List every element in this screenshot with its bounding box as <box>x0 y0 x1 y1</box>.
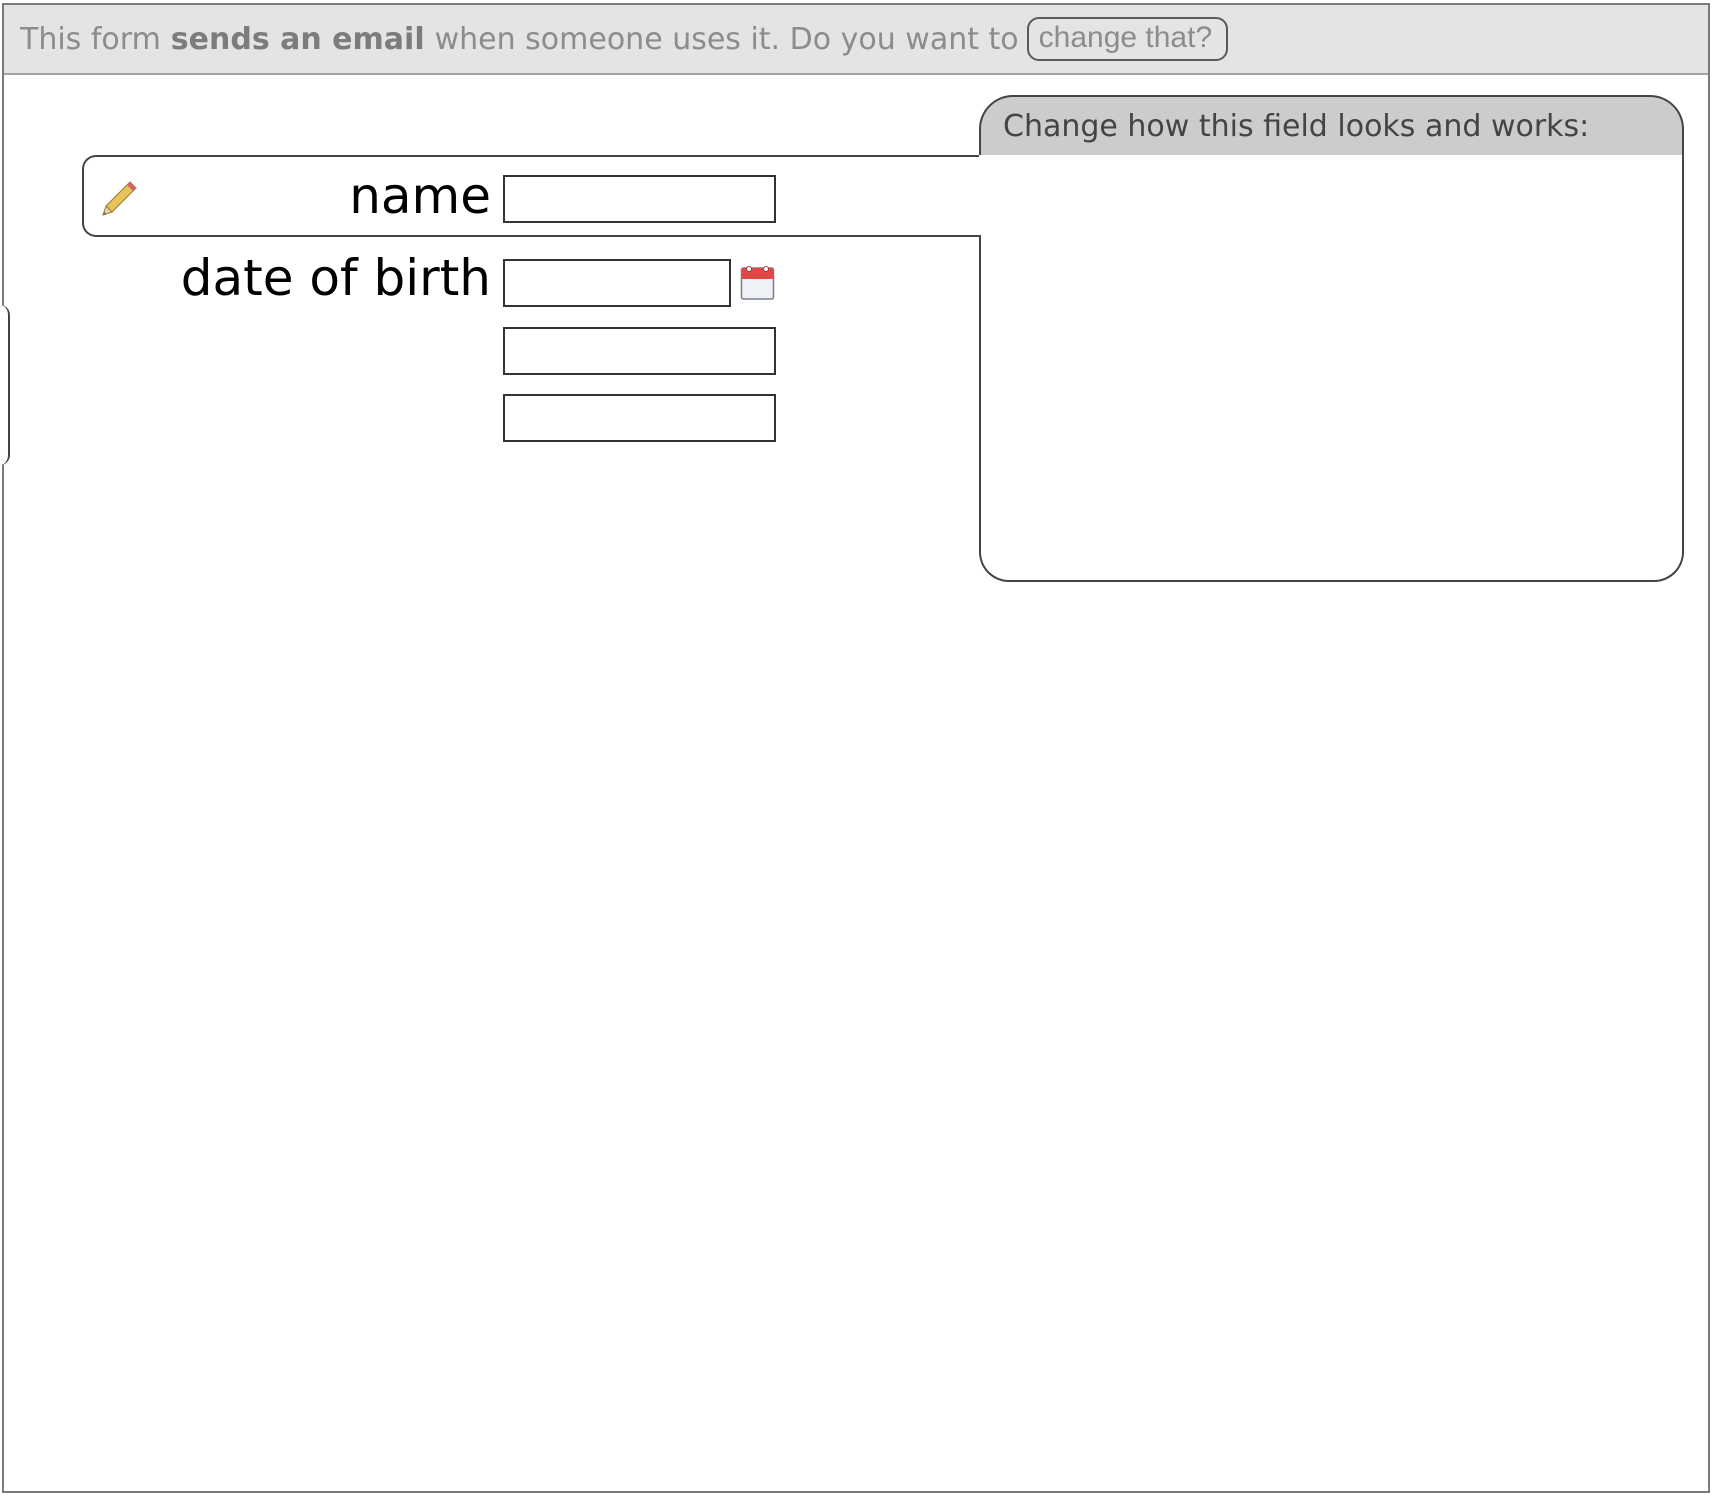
field-editor-panel <box>979 155 1684 582</box>
calendar-icon[interactable] <box>740 264 775 301</box>
text-input-4[interactable] <box>503 394 776 442</box>
notice-prefix: This form <box>20 21 161 57</box>
field-editor-header: Change how this field looks and works: <box>979 95 1684 155</box>
notice-emphasis: sends an email <box>170 21 425 57</box>
left-edge-notch <box>0 305 10 465</box>
date-of-birth-input[interactable] <box>503 259 731 307</box>
text-input-3[interactable] <box>503 327 776 375</box>
field-editor-title: Change how this field looks and works: <box>1003 108 1590 144</box>
name-label: name <box>349 167 491 225</box>
email-notice-bar: This form sends an email when someone us… <box>4 5 1708 75</box>
pencil-icon[interactable] <box>100 178 140 218</box>
notice-suffix: when someone uses it. Do you want to <box>434 21 1019 57</box>
date-of-birth-label: date of birth <box>180 249 491 307</box>
name-input[interactable] <box>503 175 776 223</box>
change-that-button[interactable]: change that? <box>1026 17 1229 61</box>
